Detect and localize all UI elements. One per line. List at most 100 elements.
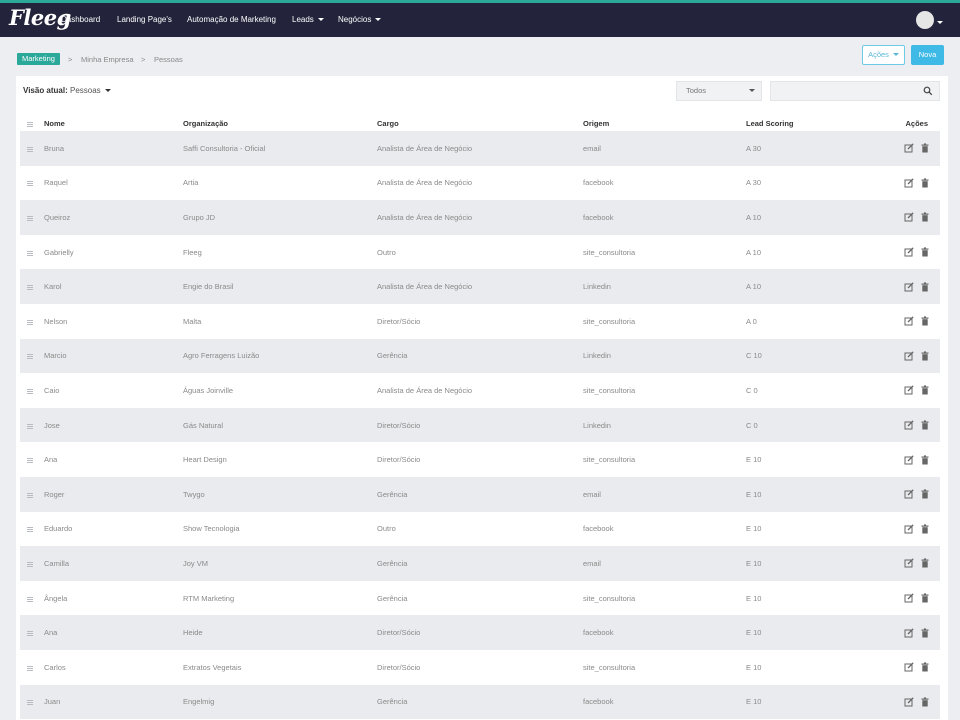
checkbox-icon[interactable] xyxy=(27,596,33,602)
table-row[interactable]: Nelson Malta Diretor/Sócio site_consultoria… xyxy=(20,304,940,339)
edit-icon[interactable] xyxy=(904,489,914,499)
table-row[interactable]: Jose Gás Natural Diretor/Sócio Linkedin C 0 xyxy=(20,407,940,443)
row-checkbox[interactable] xyxy=(20,373,44,408)
search-input[interactable] xyxy=(770,81,940,101)
row-checkbox[interactable] xyxy=(20,476,44,512)
table-row[interactable]: Eduardo Show Tecnologia Outro facebook E 10 xyxy=(20,512,940,547)
col-nome[interactable]: Nome xyxy=(44,115,183,131)
checkbox-icon[interactable] xyxy=(27,700,33,706)
checkbox-icon[interactable] xyxy=(27,354,33,360)
row-checkbox[interactable] xyxy=(20,131,44,166)
row-checkbox[interactable] xyxy=(20,200,44,235)
table-row[interactable]: Raquel Artia Analista de Área de Negócio fa… xyxy=(20,166,940,201)
checkbox-icon[interactable] xyxy=(27,215,33,221)
table-row[interactable]: Roger Twygo Gerência email E 10 xyxy=(20,476,940,512)
row-checkbox[interactable] xyxy=(20,442,44,477)
row-checkbox[interactable] xyxy=(20,338,44,374)
select-all-checkbox[interactable] xyxy=(20,115,44,131)
trash-icon[interactable] xyxy=(920,420,930,430)
trash-icon[interactable] xyxy=(920,143,930,153)
nav-landing-pages[interactable]: Landing Page's xyxy=(117,15,172,24)
edit-icon[interactable] xyxy=(904,143,914,153)
edit-icon[interactable] xyxy=(904,420,914,430)
checkbox-icon[interactable] xyxy=(27,665,33,671)
nav-dashboard[interactable]: Dashboard xyxy=(61,15,100,24)
trash-icon[interactable] xyxy=(920,558,930,568)
edit-icon[interactable] xyxy=(904,316,914,326)
edit-icon[interactable] xyxy=(904,558,914,568)
checkbox-icon[interactable] xyxy=(27,319,33,325)
view-selector[interactable]: Visão atual: Pessoas xyxy=(23,86,111,95)
edit-icon[interactable] xyxy=(904,662,914,672)
trash-icon[interactable] xyxy=(920,662,930,672)
trash-icon[interactable] xyxy=(920,524,930,534)
checkbox-icon[interactable] xyxy=(27,527,33,533)
row-checkbox[interactable] xyxy=(20,615,44,650)
table-row[interactable]: Carlos Extratos Vegetais Diretor/Sócio site… xyxy=(20,650,940,685)
actions-button[interactable]: Ações xyxy=(862,45,905,65)
table-row[interactable]: Camilla Joy VM Gerência email E 10 xyxy=(20,546,940,581)
row-checkbox[interactable] xyxy=(20,684,44,720)
nav-negocios[interactable]: Negócios xyxy=(338,15,382,24)
table-row[interactable]: Juan Engelmig Gerência facebook E 10 xyxy=(20,684,940,720)
checkbox-icon[interactable] xyxy=(27,631,33,637)
table-row[interactable]: Ana Heide Diretor/Sócio facebook E 10 xyxy=(20,615,940,650)
trash-icon[interactable] xyxy=(920,455,930,465)
row-checkbox[interactable] xyxy=(20,546,44,581)
trash-icon[interactable] xyxy=(920,593,930,603)
row-checkbox[interactable] xyxy=(20,581,44,616)
col-origem[interactable]: Origem xyxy=(583,115,746,131)
checkbox-icon[interactable] xyxy=(27,285,33,291)
row-checkbox[interactable] xyxy=(20,304,44,339)
breadcrumb-marketing[interactable]: Marketing xyxy=(17,53,60,65)
checkbox-icon[interactable] xyxy=(27,388,33,394)
edit-icon[interactable] xyxy=(904,454,914,465)
table-row[interactable]: Ana Heart Design Diretor/Sócio site_consult… xyxy=(20,442,940,477)
filter-select[interactable]: Todos xyxy=(676,81,762,101)
table-row[interactable]: Karol Engie do Brasil Analista de Área de … xyxy=(20,269,940,304)
checkbox-icon[interactable] xyxy=(27,561,33,567)
trash-icon[interactable] xyxy=(920,489,930,499)
edit-icon[interactable] xyxy=(904,524,914,534)
edit-icon[interactable] xyxy=(904,627,914,638)
checkbox-icon[interactable] xyxy=(27,492,33,498)
row-checkbox[interactable] xyxy=(20,235,44,270)
trash-icon[interactable] xyxy=(920,385,930,395)
trash-icon[interactable] xyxy=(920,212,930,222)
checkbox-icon[interactable] xyxy=(27,423,33,429)
checkbox-icon[interactable] xyxy=(27,250,33,256)
edit-icon[interactable] xyxy=(904,178,914,188)
table-row[interactable]: Queiroz Grupo JD Analista de Área de Negóc… xyxy=(20,200,940,235)
row-checkbox[interactable] xyxy=(20,650,44,685)
breadcrumb-minha-empresa[interactable]: Minha Empresa xyxy=(81,55,134,64)
edit-icon[interactable] xyxy=(904,385,914,395)
edit-icon[interactable] xyxy=(904,697,914,707)
nav-leads[interactable]: Leads xyxy=(292,15,324,24)
trash-icon[interactable] xyxy=(920,247,930,257)
row-checkbox[interactable] xyxy=(20,407,44,443)
trash-icon[interactable] xyxy=(920,628,930,638)
col-organizacao[interactable]: Organização xyxy=(183,115,377,131)
table-row[interactable]: Gabrielly Fleeg Outro site_consultoria A 10 xyxy=(20,235,940,270)
trash-icon[interactable] xyxy=(920,282,930,292)
trash-icon[interactable] xyxy=(920,351,930,361)
trash-icon[interactable] xyxy=(920,316,930,326)
checkbox-icon[interactable] xyxy=(27,121,33,127)
col-cargo[interactable]: Cargo xyxy=(377,115,583,131)
table-row[interactable]: Ângela RTM Marketing Gerência site_consulto… xyxy=(20,581,940,616)
checkbox-icon[interactable] xyxy=(27,181,33,187)
table-row[interactable]: Bruna Saffi Consultoria - Oficial Analista… xyxy=(20,131,940,166)
nav-automacao-marketing[interactable]: Automação de Marketing xyxy=(187,15,276,24)
checkbox-icon[interactable] xyxy=(27,458,33,464)
user-menu-caret[interactable] xyxy=(937,18,943,27)
edit-icon[interactable] xyxy=(904,351,914,361)
search-icon[interactable] xyxy=(923,86,933,96)
table-row[interactable]: Marcio Agro Ferragens Luizão Gerência Linke… xyxy=(20,338,940,374)
col-lead-scoring[interactable]: Lead Scoring xyxy=(746,115,866,131)
row-checkbox[interactable] xyxy=(20,512,44,547)
table-row[interactable]: Caio Águas Joinville Analista de Área de N… xyxy=(20,373,940,408)
edit-icon[interactable] xyxy=(904,212,914,222)
edit-icon[interactable] xyxy=(904,247,914,257)
row-checkbox[interactable] xyxy=(20,269,44,304)
checkbox-icon[interactable] xyxy=(27,146,33,152)
